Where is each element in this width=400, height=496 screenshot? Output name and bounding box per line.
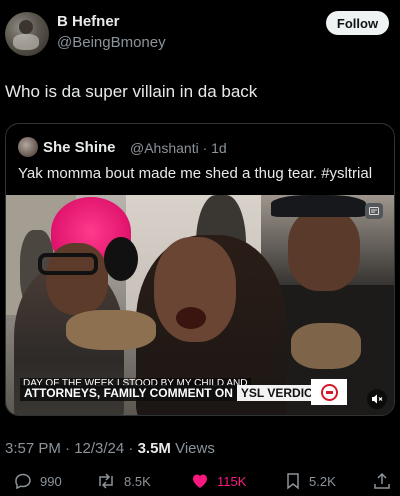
video-player[interactable]: DAY OF THE WEEK I STOOD BY MY CHILD AND …	[6, 195, 394, 415]
bookmark-button[interactable]: 5.2K	[285, 470, 336, 492]
volume-muted-icon[interactable]	[367, 389, 387, 409]
share-icon	[374, 472, 390, 489]
bookmark-icon	[287, 473, 299, 490]
quoted-tweet[interactable]: She Shine @Ahshanti · 1d Yak momma bout …	[5, 123, 395, 416]
video-person-right-face	[288, 209, 360, 291]
tweet-header: B Hefner @BeingBmoney Follow	[0, 0, 400, 60]
video-open-mouth	[176, 307, 206, 329]
quoted-author-handle: @Ahshanti · 1d	[130, 140, 227, 156]
reply-count: 990	[40, 473, 62, 489]
author-avatar[interactable]	[5, 12, 49, 56]
video-earmuff	[104, 237, 138, 281]
author-handle[interactable]: @BeingBmoney	[57, 34, 166, 51]
news-channel-logo-icon	[311, 379, 347, 405]
views-label: Views	[170, 440, 215, 457]
author-name[interactable]: B Hefner	[57, 13, 120, 30]
repost-count: 8.5K	[124, 473, 151, 489]
share-button[interactable]	[373, 470, 391, 492]
heart-filled-icon	[193, 474, 207, 488]
badge-icon	[365, 203, 383, 219]
reply-button[interactable]: 990	[14, 470, 62, 492]
like-count: 115K	[217, 473, 247, 489]
views-count: 3.5M	[137, 440, 171, 457]
chyron-headline-dark: ATTORNEYS, FAMILY COMMENT ON	[20, 385, 237, 401]
video-fur-collar	[66, 310, 156, 350]
chyron-headline: ATTORNEYS, FAMILY COMMENT ON YSL VERDICT…	[20, 385, 333, 401]
quoted-author-avatar[interactable]	[18, 137, 38, 157]
like-button[interactable]: 115K	[191, 470, 246, 492]
repost-button[interactable]: 8.5K	[96, 470, 151, 492]
video-glasses	[38, 253, 98, 275]
quoted-tweet-text: Yak momma bout made me shed a thug tear.…	[18, 165, 373, 182]
tweet-timestamp[interactable]: 3:57 PM · 12/3/24 ·	[5, 440, 138, 457]
video-fur-collar	[291, 323, 361, 369]
quoted-author-name[interactable]: She Shine	[43, 139, 116, 156]
follow-button[interactable]: Follow	[326, 11, 389, 35]
tweet-text: Who is da super villain in da back	[5, 82, 258, 101]
video-person-right-cap	[271, 195, 366, 217]
bookmark-count: 5.2K	[309, 473, 336, 489]
repost-icon	[99, 473, 113, 489]
tweet-action-bar: 990 8.5K 115K 5.2K	[0, 470, 400, 496]
reply-icon	[15, 473, 31, 490]
tweet-meta: 3:57 PM · 12/3/24 · 3.5M Views	[5, 440, 215, 457]
